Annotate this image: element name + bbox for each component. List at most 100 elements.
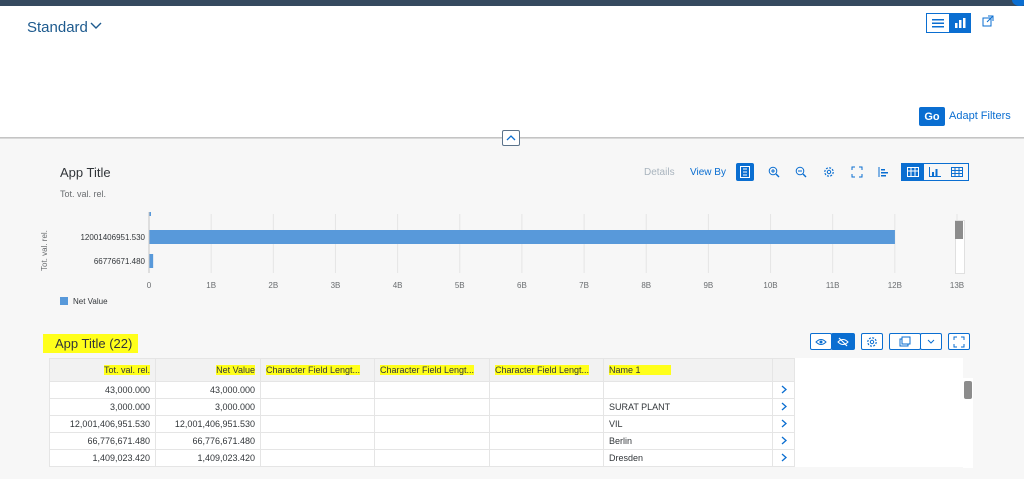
table-icon [951, 167, 963, 177]
bar-chart-icon [929, 167, 941, 177]
table-cell: 1,409,023.420 [49, 449, 156, 467]
bar-chart-icon [955, 18, 966, 28]
gear-icon [867, 336, 877, 347]
chevron-down-icon[interactable] [89, 18, 103, 32]
list-view-toggle[interactable] [926, 13, 950, 33]
table-cell [260, 398, 375, 416]
variant-selector-label[interactable]: Standard [27, 19, 88, 36]
chart-settings-button[interactable] [820, 163, 838, 181]
row-navigation-cell[interactable] [772, 449, 795, 467]
export-icon [899, 336, 911, 347]
x-tick-label: 5B [455, 281, 465, 290]
table-cell: 43,000.000 [155, 381, 261, 399]
table-cell [374, 381, 490, 399]
fullscreen-icon [953, 336, 965, 347]
x-tick-label: 1B [206, 281, 216, 290]
zoom-out-button[interactable] [792, 163, 810, 181]
chevron-right-icon [781, 453, 787, 461]
legend-icon [878, 167, 888, 177]
zoom-in-icon [768, 166, 780, 178]
row-filler [795, 416, 963, 433]
collapse-header-button[interactable] [502, 130, 520, 146]
x-tick-label: 13B [950, 281, 964, 290]
column-header-char-field-1[interactable]: Character Field Lengt... [260, 358, 375, 382]
x-tick-label: 7B [579, 281, 589, 290]
table-cell [489, 432, 604, 450]
x-tick-label: 10B [763, 281, 777, 290]
table-cell: 66,776,671.480 [155, 432, 261, 450]
bar[interactable] [149, 230, 895, 244]
column-header-tot-val-rel[interactable]: Tot. val. rel. [49, 358, 156, 382]
table-cell: 1,409,023.420 [155, 449, 261, 467]
row-navigation-cell[interactable] [772, 398, 795, 416]
table-cell [489, 415, 604, 433]
chevron-right-icon [781, 419, 787, 427]
legend-toggle-button[interactable] [875, 163, 893, 181]
table-cell: 12,001,406,951.530 [155, 415, 261, 433]
table-cell: 43,000.000 [49, 381, 156, 399]
chevron-right-icon [781, 436, 787, 444]
table-cell [260, 415, 375, 433]
gear-icon [824, 167, 834, 177]
table-cell: 3,000.000 [155, 398, 261, 416]
table-row[interactable]: 12,001,406,951.530 12,001,406,951.530 VIL [49, 415, 963, 433]
chevron-down-icon [927, 339, 935, 344]
column-header-char-field-3[interactable]: Character Field Lengt... [489, 358, 604, 382]
chart-title: App Title [60, 165, 111, 180]
column-header-char-field-2[interactable]: Character Field Lengt... [374, 358, 490, 382]
table-cell: VIL [603, 415, 773, 433]
row-filler [795, 433, 963, 450]
row-navigation-cell[interactable] [772, 432, 795, 450]
row-filler [795, 450, 963, 467]
table-row[interactable]: 43,000.000 43,000.000 [49, 381, 963, 399]
table-cell: 12,001,406,951.530 [49, 415, 156, 433]
drill-down-button[interactable] [736, 163, 754, 181]
bar-chart: 0 1B 2B 3B 4B 5B 6B 7B 8B 9B 10B 11B 12B 13B 120014069… [80, 212, 964, 290]
table-settings-button[interactable] [861, 333, 883, 350]
list-icon [932, 19, 944, 28]
column-header-name-1[interactable]: Name 1 [603, 358, 773, 382]
table-row[interactable]: 3,000.000 3,000.000 SURAT PLANT [49, 398, 963, 416]
table-fullscreen-button[interactable] [948, 333, 970, 350]
table-cell [374, 449, 490, 467]
table-row[interactable]: 66,776,671.480 66,776,671.480 Berlin [49, 432, 963, 450]
hide-details-button[interactable] [831, 333, 855, 350]
table-scrollbar-thumb[interactable] [964, 381, 972, 399]
table-cell [374, 398, 490, 416]
x-tick-label: 2B [268, 281, 278, 290]
chart-scrollbar-thumb[interactable] [955, 221, 963, 239]
bar[interactable] [149, 254, 154, 268]
table-only-view-button[interactable] [946, 164, 968, 180]
table-cell [603, 381, 773, 399]
table-cell [489, 398, 604, 416]
fullscreen-button[interactable] [848, 163, 866, 181]
y-tick-label: 66776671.480 [94, 257, 146, 266]
y-tick-label: 12001406951.530 [80, 233, 145, 242]
table-cell: Berlin [603, 432, 773, 450]
x-tick-label: 0 [147, 281, 152, 290]
chart-view-toggle[interactable] [949, 13, 971, 33]
row-filler [795, 382, 963, 399]
table-cell [260, 381, 375, 399]
y-axis-title: Tot. val. rel. [40, 230, 49, 271]
export-menu-button[interactable] [920, 333, 942, 350]
legend-label: Net Value [73, 297, 108, 306]
table-title-text: App Title (22) [43, 334, 139, 353]
zoom-in-button[interactable] [765, 163, 783, 181]
go-button[interactable]: Go [919, 107, 945, 126]
export-button[interactable] [889, 333, 921, 350]
share-icon[interactable] [982, 15, 994, 27]
adapt-filters-button[interactable]: Adapt Filters [949, 110, 1011, 122]
table-cell: Dresden [603, 449, 773, 467]
row-navigation-cell[interactable] [772, 415, 795, 433]
details-button[interactable]: Details [644, 167, 675, 178]
column-header-net-value[interactable]: Net Value [155, 358, 261, 382]
chart-table-view-button[interactable] [902, 164, 924, 180]
row-navigation-cell[interactable] [772, 381, 795, 399]
table-row[interactable]: 1,409,023.420 1,409,023.420 Dresden [49, 449, 963, 467]
show-details-button[interactable] [810, 333, 832, 350]
table-filler [794, 358, 963, 382]
view-by-button[interactable]: View By [690, 167, 726, 178]
table-cell [374, 432, 490, 450]
chart-only-view-button[interactable] [924, 164, 946, 180]
